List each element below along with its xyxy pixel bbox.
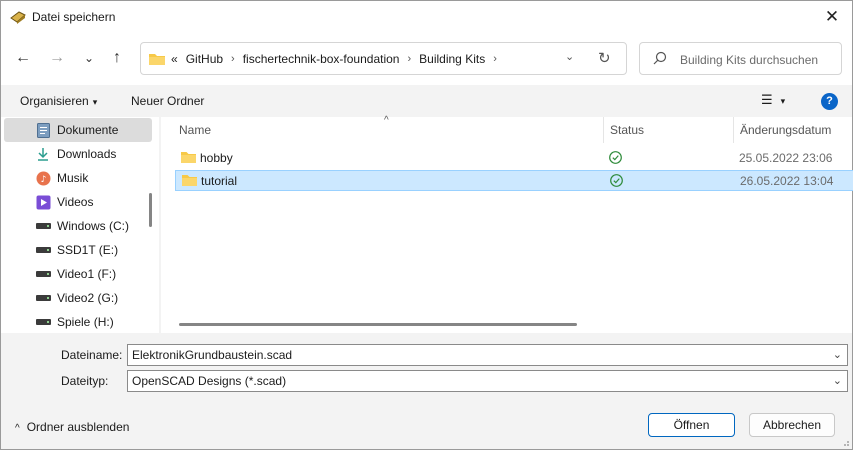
- list-view-icon: ☰: [761, 92, 773, 107]
- open-button[interactable]: Öffnen: [648, 413, 735, 437]
- drive-icon: [35, 266, 51, 282]
- address-bar[interactable]: « GitHub › fischertechnik-box-foundation…: [140, 42, 627, 75]
- command-bar: Organisieren ▾ Neuer Ordner ☰ ▾ ?: [1, 85, 852, 117]
- refresh-icon[interactable]: ↻: [598, 49, 611, 67]
- breadcrumb-item-building-kits[interactable]: Building Kits: [419, 52, 485, 66]
- breadcrumb-item-github[interactable]: GitHub: [186, 52, 223, 66]
- resize-grip-icon[interactable]: [840, 437, 850, 447]
- column-header-name[interactable]: Name: [179, 123, 211, 137]
- dialog-title: Datei speichern: [32, 10, 116, 24]
- sidebar-item-downloads[interactable]: Downloads: [4, 142, 152, 166]
- folder-icon: [149, 54, 165, 65]
- openscad-app-icon: [10, 11, 26, 24]
- chevron-down-icon[interactable]: ⌄: [833, 348, 842, 361]
- navigation-pane[interactable]: Dokumente Downloads ♪ Musik Videos Windo…: [1, 117, 159, 333]
- sidebar-item-label: SSD1T (E:): [57, 243, 119, 257]
- sort-ascending-icon: ^: [384, 115, 389, 126]
- drive-icon: [35, 242, 51, 258]
- breadcrumb: « GitHub › fischertechnik-box-foundation…: [171, 52, 505, 66]
- cancel-button[interactable]: Abbrechen: [749, 413, 835, 437]
- filetype-label: Dateityp:: [61, 374, 109, 388]
- sidebar-item-label: Video2 (G:): [57, 291, 119, 305]
- file-name: hobby: [200, 151, 233, 165]
- drive-icon: [35, 314, 51, 330]
- search-box[interactable]: Building Kits durchsuchen: [639, 42, 842, 75]
- breadcrumb-separator[interactable]: ›: [493, 53, 497, 65]
- filename-value: ElektronikGrundbaustein.scad: [132, 348, 293, 362]
- close-button[interactable]: ✕: [818, 3, 846, 31]
- breadcrumb-separator[interactable]: ›: [407, 53, 411, 65]
- column-header-status[interactable]: Status: [610, 123, 644, 137]
- sidebar-item-drive-h[interactable]: Spiele (H:): [4, 310, 152, 333]
- up-button[interactable]: ↑: [105, 45, 129, 71]
- help-icon[interactable]: ?: [821, 93, 838, 110]
- sidebar-item-drive-c[interactable]: Windows (C:): [4, 214, 152, 238]
- sidebar-item-label: Videos: [57, 195, 94, 209]
- filename-field[interactable]: ElektronikGrundbaustein.scad ⌄: [127, 344, 848, 366]
- back-button[interactable]: ←: [11, 45, 35, 71]
- download-icon: [35, 146, 51, 162]
- chevron-down-icon: ▾: [92, 97, 98, 107]
- sidebar-item-drive-g[interactable]: Video2 (G:): [4, 286, 152, 310]
- address-dropdown-icon[interactable]: ⌄: [565, 50, 574, 63]
- list-item[interactable]: tutorial 26.05.2022 13:04: [175, 170, 853, 191]
- chevron-down-icon: ▾: [780, 96, 786, 106]
- filetype-select[interactable]: OpenSCAD Designs (*.scad) ⌄: [127, 370, 848, 392]
- file-list[interactable]: ^ Name Status Änderungsdatum hobby 25.05…: [161, 115, 853, 333]
- view-options-button[interactable]: ☰ ▾: [761, 92, 785, 108]
- title-bar: Datei speichern ✕: [1, 1, 852, 33]
- filetype-value: OpenSCAD Designs (*.scad): [132, 374, 287, 388]
- sidebar-item-label: Downloads: [57, 147, 117, 161]
- breadcrumb-item-repo[interactable]: fischertechnik-box-foundation: [243, 52, 400, 66]
- sidebar-item-label: Windows (C:): [57, 219, 130, 233]
- music-icon: ♪: [35, 170, 51, 186]
- sidebar-item-videos[interactable]: Videos: [4, 190, 152, 214]
- sidebar-item-label: Dokumente: [57, 123, 119, 137]
- sidebar-item-drive-f[interactable]: Video1 (F:): [4, 262, 152, 286]
- sidebar-item-documents[interactable]: Dokumente: [4, 118, 152, 142]
- video-icon: [35, 194, 51, 210]
- search-placeholder: Building Kits durchsuchen: [680, 53, 819, 67]
- sidebar-item-label: Spiele (H:): [57, 315, 114, 329]
- chevron-down-icon[interactable]: ⌄: [833, 374, 842, 387]
- svg-text:♪: ♪: [40, 175, 46, 185]
- breadcrumb-overflow[interactable]: «: [171, 52, 178, 66]
- sidebar-item-drive-e[interactable]: SSD1T (E:): [4, 238, 152, 262]
- sidebar-item-music[interactable]: ♪ Musik: [4, 166, 152, 190]
- sync-status-icon: [609, 151, 622, 164]
- sidebar-scrollbar[interactable]: [149, 193, 152, 227]
- breadcrumb-separator[interactable]: ›: [231, 53, 235, 65]
- column-header-modified[interactable]: Änderungsdatum: [740, 123, 831, 137]
- hide-folders-label: Ordner ausblenden: [26, 420, 130, 434]
- drive-icon: [35, 218, 51, 234]
- column-divider[interactable]: [733, 117, 734, 143]
- save-dialog: Datei speichern ✕ ← → ⌄ ↑ « GitHub › fis…: [0, 0, 853, 450]
- folder-icon: [182, 175, 197, 186]
- navigation-bar: ← → ⌄ ↑ « GitHub › fischertechnik-box-fo…: [1, 33, 852, 85]
- organize-label: Organisieren: [20, 94, 89, 108]
- sync-status-icon: [610, 174, 623, 187]
- hide-folders-button[interactable]: ^ Ordner ausblenden: [15, 420, 129, 434]
- chevron-up-icon: ^: [15, 423, 20, 434]
- search-icon: [653, 51, 667, 65]
- sidebar-item-label: Musik: [57, 171, 89, 185]
- forward-button[interactable]: →: [45, 45, 69, 71]
- organize-button[interactable]: Organisieren ▾: [20, 94, 97, 108]
- file-modified-date: 25.05.2022 23:06: [739, 151, 833, 165]
- recent-locations-button[interactable]: ⌄: [77, 45, 101, 71]
- drive-icon: [35, 290, 51, 306]
- file-modified-date: 26.05.2022 13:04: [740, 174, 834, 188]
- column-divider[interactable]: [603, 117, 604, 143]
- folder-icon: [181, 152, 196, 163]
- list-item[interactable]: hobby 25.05.2022 23:06: [175, 148, 853, 169]
- documents-icon: [35, 122, 51, 138]
- file-name: tutorial: [201, 174, 238, 188]
- filename-label: Dateiname:: [61, 348, 123, 362]
- sidebar-item-label: Video1 (F:): [57, 267, 117, 281]
- new-folder-button[interactable]: Neuer Ordner: [131, 94, 204, 108]
- horizontal-scrollbar[interactable]: [179, 323, 577, 326]
